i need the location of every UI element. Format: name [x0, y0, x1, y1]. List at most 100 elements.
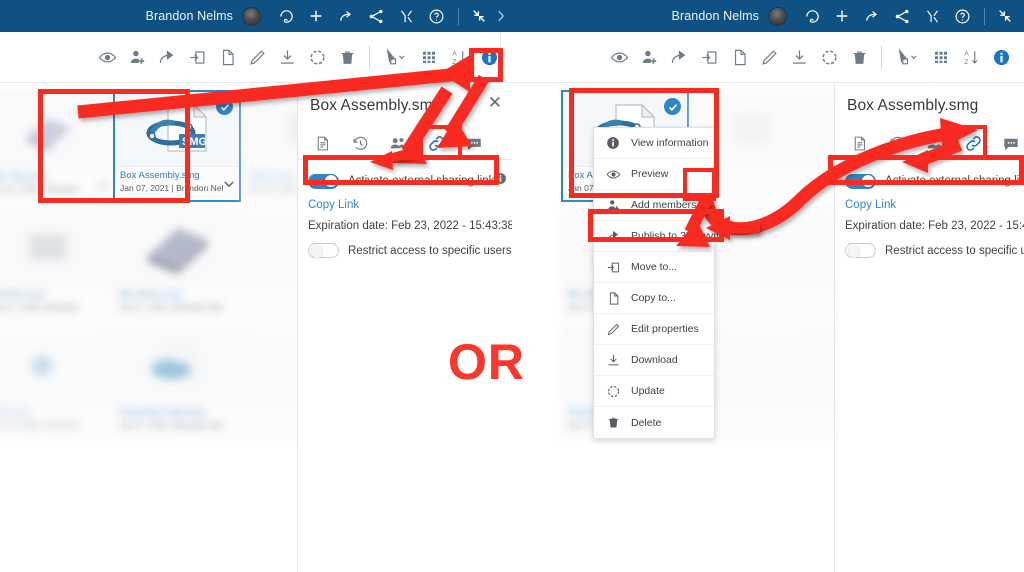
update-refresh-icon[interactable] [816, 42, 843, 72]
restrict-access-toggle[interactable] [845, 243, 876, 258]
download-icon[interactable] [786, 42, 813, 72]
list-item[interactable]: Bracket.smg Jan 07, 2021 | Brandon [0, 208, 113, 320]
add-member-icon[interactable] [124, 42, 151, 72]
collapse-icon[interactable] [466, 3, 492, 29]
network-share-icon[interactable] [363, 3, 389, 29]
context-menu-item-update[interactable]: Update [594, 376, 714, 407]
comments-tab[interactable] [457, 129, 491, 159]
card-thumbnail [0, 209, 112, 285]
list-item[interactable]: Part.smg Jan 07, 2021 | Brandon [0, 326, 113, 438]
sort-az-icon[interactable]: AZ [446, 42, 473, 72]
history-tab[interactable] [880, 129, 914, 159]
comments-tab[interactable] [994, 129, 1024, 159]
list-item[interactable]: Assembly Copy.smg Jan 07, 2021 | Brandon… [113, 326, 241, 438]
edit-pencil-icon[interactable] [244, 42, 271, 72]
list-item-subtitle: Jan 07, 2021 | Brandon [0, 184, 80, 194]
help-icon[interactable] [949, 3, 975, 29]
context-menu-item-view-information[interactable]: View information [594, 128, 714, 159]
compass-icon[interactable] [273, 3, 299, 29]
context-menu-item-delete[interactable]: Delete [594, 407, 714, 438]
context-menu-label: Edit properties [631, 323, 699, 335]
card-meta: Assembly Copy.smg Jan 07, 2021 | Brandon… [114, 403, 240, 437]
collaboration-icon[interactable] [393, 3, 419, 29]
list-item[interactable]: Box Top.smg Jan 07, 2021 | Brandon [0, 90, 113, 202]
action-toolbar: AZ [0, 32, 512, 83]
update-refresh-icon[interactable] [304, 42, 331, 72]
context-menu-item-edit-properties[interactable]: Edit properties [594, 314, 714, 345]
network-share-icon[interactable] [889, 3, 915, 29]
avatar[interactable] [768, 6, 787, 26]
properties-tab[interactable] [842, 129, 876, 159]
context-menu-item-preview[interactable]: Preview [594, 159, 714, 190]
move-to-icon[interactable] [184, 42, 211, 72]
members-tab[interactable] [381, 129, 415, 159]
avatar[interactable] [242, 6, 261, 26]
context-menu-item-add-members[interactable]: Add members [594, 190, 714, 221]
compass-icon[interactable] [799, 3, 825, 29]
add-member-icon [603, 198, 623, 213]
close-icon[interactable]: ✕ [488, 94, 502, 111]
or-label: OR [448, 334, 525, 390]
add-member-icon[interactable] [636, 42, 663, 72]
copy-link-button[interactable]: Copy Link [298, 190, 512, 211]
properties-tab[interactable] [305, 129, 339, 159]
link-tab[interactable] [419, 129, 453, 159]
selected-check-icon [216, 98, 233, 115]
copy-icon [603, 291, 623, 306]
plus-icon[interactable] [303, 3, 329, 29]
context-menu-label: Preview [631, 168, 669, 180]
copy-icon[interactable] [214, 42, 241, 72]
share-arrow-icon[interactable] [859, 3, 885, 29]
sort-az-icon[interactable]: AZ [958, 42, 985, 72]
card-chevron-down-icon[interactable] [223, 175, 235, 193]
plus-icon[interactable] [829, 3, 855, 29]
copy-link-button[interactable]: Copy Link [835, 190, 1024, 211]
collaboration-icon[interactable] [919, 3, 945, 29]
share-arrow-icon[interactable] [666, 42, 693, 72]
chevron-right-icon[interactable] [496, 3, 506, 29]
context-menu-item-publish-to-3dswym[interactable]: Publish to 3DSwym [594, 221, 722, 252]
list-item-subtitle: Jan 07, 2021 | Brandon Nel [119, 302, 223, 312]
list-item-subtitle: Jan 07, 2021 | Brandon Nel [120, 183, 224, 193]
edit-pencil-icon[interactable] [756, 42, 783, 72]
info-icon[interactable] [988, 42, 1015, 72]
context-menu-label: Move to... [631, 261, 678, 273]
panel-title: Box Assembly.smg [847, 97, 979, 114]
selection-cursor-icon[interactable] [379, 42, 413, 72]
grid-view-icon[interactable] [928, 42, 955, 72]
context-menu-item-move-to[interactable]: Move to... [594, 252, 714, 283]
share-arrow-icon[interactable] [154, 42, 181, 72]
chevron-down-icon[interactable] [97, 176, 108, 194]
members-tab[interactable] [918, 129, 952, 159]
history-tab[interactable] [343, 129, 377, 159]
activate-external-sharing-toggle[interactable] [845, 173, 876, 189]
activate-external-sharing-toggle[interactable] [308, 173, 339, 189]
svg-text:A: A [452, 51, 457, 58]
link-tab[interactable] [956, 129, 990, 159]
user-name-label: Brandon Nelms [145, 9, 233, 23]
svg-text:Z: Z [452, 59, 456, 66]
collapse-icon[interactable] [992, 3, 1018, 29]
context-menu-item-copy-to[interactable]: Copy to... [594, 283, 714, 314]
panel-tabs [298, 128, 512, 160]
info-icon[interactable] [494, 172, 507, 190]
context-menu-item-download[interactable]: Download [594, 345, 714, 376]
help-icon[interactable] [423, 3, 449, 29]
download-icon[interactable] [274, 42, 301, 72]
eye-icon[interactable] [94, 42, 121, 72]
selection-cursor-icon[interactable] [891, 42, 925, 72]
toolbar-divider [881, 45, 882, 69]
restrict-access-toggle[interactable] [308, 243, 339, 258]
delete-trash-icon[interactable] [334, 42, 361, 72]
grid-view-icon[interactable] [416, 42, 443, 72]
download-icon [603, 353, 623, 368]
share-arrow-icon[interactable] [333, 3, 359, 29]
activate-link-label: Activate external sharing link [885, 175, 1024, 187]
list-item-box-assembly[interactable]: SMG Box Assembly.smg Jan 07, 2021 | Bran… [113, 90, 241, 202]
list-item[interactable]: Box Base.smg Jan 07, 2021 | Brandon Nel [113, 208, 241, 320]
move-to-icon[interactable] [696, 42, 723, 72]
eye-icon[interactable] [606, 42, 633, 72]
copy-icon[interactable] [726, 42, 753, 72]
delete-trash-icon[interactable] [846, 42, 873, 72]
info-icon[interactable] [476, 42, 503, 72]
